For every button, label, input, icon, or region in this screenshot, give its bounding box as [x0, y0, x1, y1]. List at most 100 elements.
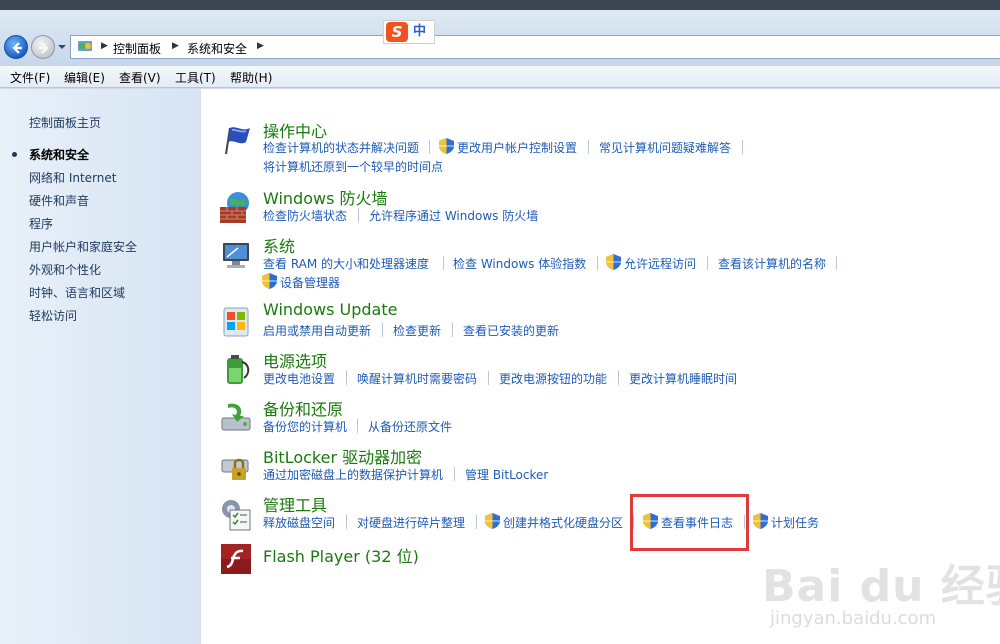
uac-shield-icon [262, 273, 277, 289]
menu-view[interactable]: 查看(V) [119, 69, 161, 86]
breadcrumb-control-panel[interactable]: 控制面板 [113, 40, 161, 57]
link-firewall-status[interactable]: 检查防火墙状态 [263, 207, 347, 224]
category-title[interactable]: Windows 防火墙 [263, 185, 388, 209]
link-restore-files[interactable]: 从备份还原文件 [368, 418, 452, 435]
watermark-logo: Bai du 经验 [762, 561, 1000, 612]
link-separator [597, 256, 598, 270]
link-encrypt-disk[interactable]: 通过加密磁盘上的数据保护计算机 [263, 466, 443, 483]
category-title[interactable]: 系统 [263, 233, 295, 257]
category-system: 系统 查看 RAM 的大小和处理器速度 检查 Windows 体验指数 允许远程… [201, 233, 1000, 290]
uac-shield-icon [485, 513, 500, 529]
backup-icon [221, 403, 251, 431]
sidebar-item-home[interactable]: 控制面板主页 [29, 114, 101, 131]
link-computer-name[interactable]: 查看该计算机的名称 [718, 255, 826, 272]
address-bar[interactable]: ▶ 控制面板 ▶ 系统和安全 ▶ [70, 35, 1000, 59]
breadcrumb-separator[interactable]: ▶ [257, 41, 264, 51]
link-installed-updates[interactable]: 查看已安装的更新 [463, 322, 559, 339]
link-troubleshoot[interactable]: 常见计算机问题疑难解答 [599, 139, 731, 156]
flash-player-icon [221, 544, 251, 574]
link-separator [443, 256, 444, 270]
link-separator [452, 323, 453, 337]
link-separator [742, 140, 743, 154]
menu-tools[interactable]: 工具(T) [175, 69, 216, 86]
flag-icon [225, 127, 250, 155]
forward-button[interactable] [31, 35, 55, 59]
baidu-watermark: Bai du 经验 jingyan.baidu.com [762, 550, 1000, 640]
category-title[interactable]: Windows Update [263, 300, 397, 319]
link-separator [346, 371, 347, 385]
sidebar-item-hardware[interactable]: 硬件和声音 [29, 192, 89, 209]
link-separator [836, 256, 837, 270]
link-device-manager[interactable]: 设备管理器 [280, 274, 340, 291]
back-arrow-icon [12, 42, 22, 54]
sogou-ime-icon[interactable]: S [386, 22, 408, 42]
link-separator [382, 323, 383, 337]
link-disk-cleanup[interactable]: 释放磁盘空间 [263, 514, 335, 531]
category-title[interactable]: BitLocker 驱动器加密 [263, 444, 422, 468]
link-manage-bitlocker[interactable]: 管理 BitLocker [465, 466, 548, 483]
sidebar-item-system-security[interactable]: 系统和安全 [29, 146, 89, 163]
link-allow-program[interactable]: 允许程序通过 Windows 防火墙 [369, 207, 538, 224]
breadcrumb-separator[interactable]: ▶ [172, 41, 179, 51]
link-auto-update[interactable]: 启用或禁用自动更新 [263, 322, 371, 339]
menu-bar: 文件(F) 编辑(E) 查看(V) 工具(T) 帮助(H) [0, 66, 1000, 88]
highlight-box [630, 494, 749, 551]
category-admin-tools: 管理工具 释放磁盘空间 对硬盘进行碎片整理 创建并格式化硬盘分区 查看事件日志 … [201, 492, 1000, 540]
sidebar-item-network[interactable]: 网络和 Internet [29, 169, 116, 186]
link-sleep-time[interactable]: 更改计算机睡眠时间 [629, 370, 737, 387]
link-check-status[interactable]: 检查计算机的状态并解决问题 [263, 139, 419, 156]
menu-file[interactable]: 文件(F) [10, 69, 50, 86]
link-battery-settings[interactable]: 更改电池设置 [263, 370, 335, 387]
sidebar-item-appearance[interactable]: 外观和个性化 [29, 261, 101, 278]
link-uac-settings[interactable]: 更改用户帐户控制设置 [457, 139, 577, 156]
link-separator [346, 515, 347, 529]
sidebar-item-programs[interactable]: 程序 [29, 215, 53, 232]
category-backup-restore: 备份和还原 备份您的计算机 从备份还原文件 [201, 396, 1000, 444]
link-scheduled-tasks[interactable]: 计划任务 [771, 514, 819, 531]
category-windows-update: Windows Update 启用或禁用自动更新 检查更新 查看已安装的更新 [201, 300, 1000, 348]
link-backup-computer[interactable]: 备份您的计算机 [263, 418, 347, 435]
back-button[interactable] [4, 35, 28, 59]
category-title[interactable]: 管理工具 [263, 492, 327, 516]
menu-help[interactable]: 帮助(H) [230, 69, 272, 86]
bitlocker-icon [221, 458, 249, 480]
category-title[interactable]: 电源选项 [263, 348, 327, 372]
menu-edit[interactable]: 编辑(E) [64, 69, 105, 86]
category-title[interactable]: 备份和还原 [263, 396, 343, 420]
link-system-restore[interactable]: 将计算机还原到一个较早的时间点 [263, 158, 443, 175]
link-separator [618, 371, 619, 385]
ime-toolbar[interactable]: S 中 [383, 20, 435, 44]
link-wake-password[interactable]: 唤醒计算机时需要密码 [357, 370, 477, 387]
ime-mode-indicator[interactable]: 中 [413, 22, 426, 42]
link-power-button[interactable]: 更改电源按钮的功能 [499, 370, 607, 387]
link-remote-access[interactable]: 允许远程访问 [624, 255, 696, 272]
link-separator [454, 467, 455, 481]
sidebar-item-clock-region[interactable]: 时钟、语言和区域 [29, 284, 125, 301]
link-separator [707, 256, 708, 270]
category-bitlocker: BitLocker 驱动器加密 通过加密磁盘上的数据保护计算机 管理 BitLo… [201, 444, 1000, 492]
category-action-center: 操作中心 检查计算机的状态并解决问题 更改用户帐户控制设置 常见计算机问题疑难解… [201, 118, 1000, 174]
link-check-updates[interactable]: 检查更新 [393, 322, 441, 339]
uac-shield-icon [753, 513, 768, 529]
link-separator [357, 419, 358, 433]
link-separator [476, 515, 477, 529]
breadcrumb-system-security[interactable]: 系统和安全 [187, 40, 247, 57]
windows-update-icon [223, 307, 249, 337]
sidebar: 控制面板主页 系统和安全 网络和 Internet 硬件和声音 程序 用户帐户和… [0, 89, 200, 644]
link-create-partition[interactable]: 创建并格式化硬盘分区 [503, 514, 623, 531]
admin-tools-icon [222, 500, 251, 531]
power-icon [227, 355, 250, 384]
sidebar-item-ease-of-access[interactable]: 轻松访问 [29, 307, 77, 324]
category-title[interactable]: Flash Player (32 位) [263, 543, 419, 567]
explorer-window: ▶ 控制面板 ▶ 系统和安全 ▶ S 中 文件(F) 编辑(E) 查看(V) 工… [0, 10, 1000, 644]
link-experience-index[interactable]: 检查 Windows 体验指数 [453, 255, 586, 272]
sidebar-item-user-accounts[interactable]: 用户帐户和家庭安全 [29, 238, 137, 255]
breadcrumb-separator[interactable]: ▶ [101, 41, 108, 51]
uac-shield-icon [439, 138, 454, 154]
recent-pages-dropdown-icon[interactable] [57, 42, 67, 52]
link-ram-cpu[interactable]: 查看 RAM 的大小和处理器速度 [263, 255, 429, 272]
link-defragment[interactable]: 对硬盘进行碎片整理 [357, 514, 465, 531]
link-separator [588, 140, 589, 154]
uac-shield-icon [606, 254, 621, 270]
link-separator [429, 140, 430, 154]
